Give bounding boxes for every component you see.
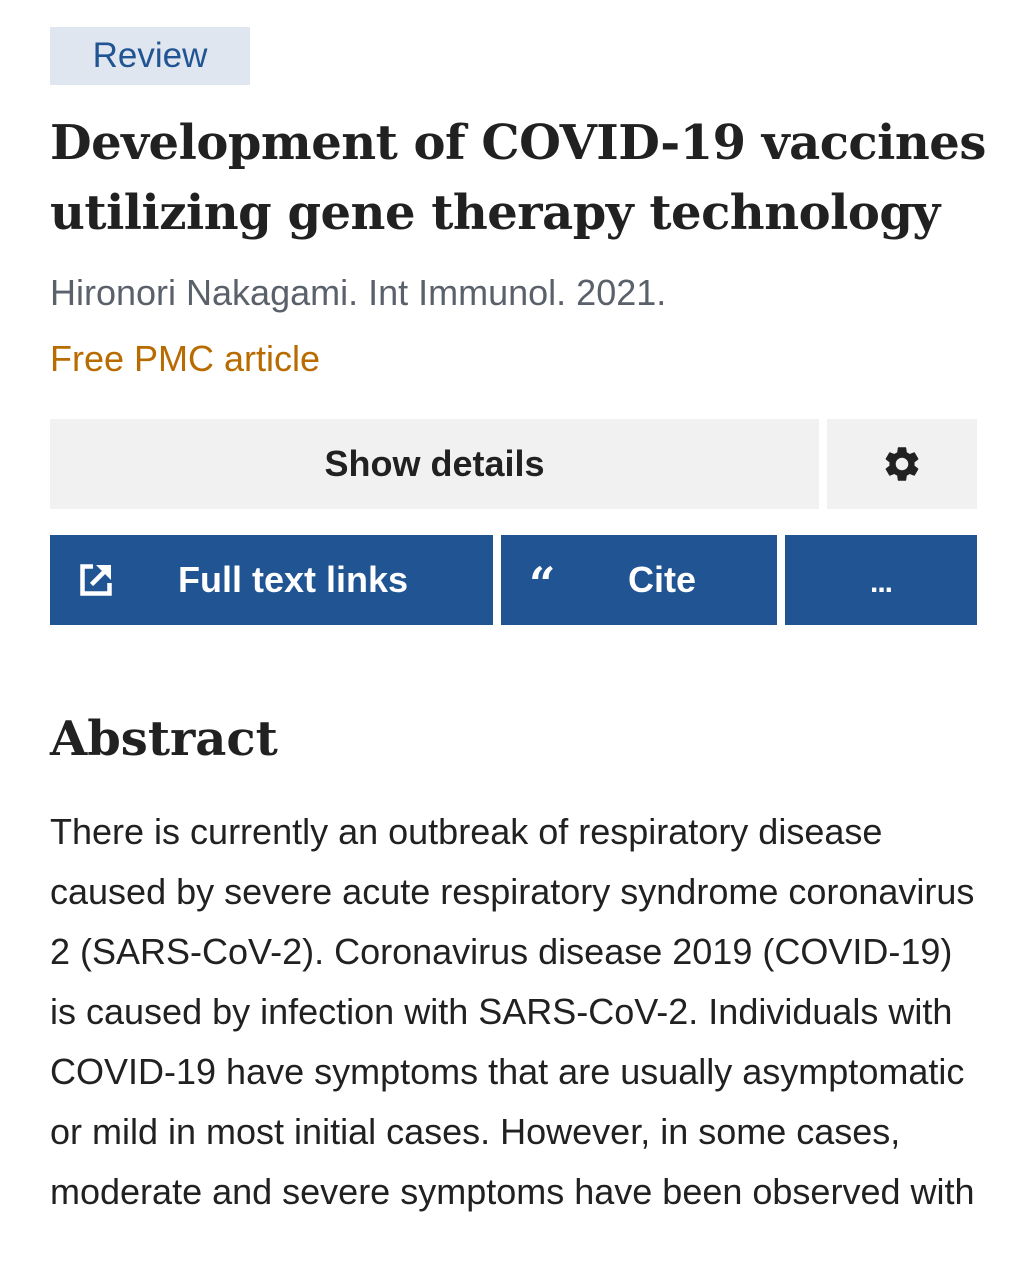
article-title: Development of COVID-19 vaccines utilizi… bbox=[50, 115, 986, 241]
free-pmc-label: Free PMC article bbox=[50, 338, 321, 379]
full-text-links-button[interactable]: Full text links bbox=[50, 535, 493, 625]
article-type-badge: Review bbox=[50, 27, 250, 85]
abstract-heading: Abstract bbox=[50, 711, 278, 767]
quote-icon: “ bbox=[529, 557, 556, 611]
abstract-text: There is currently an outbreak of respir… bbox=[50, 811, 975, 1212]
more-actions-label: ... bbox=[869, 566, 893, 599]
cite-button[interactable]: “ Cite bbox=[501, 535, 777, 625]
external-link-icon bbox=[80, 564, 112, 596]
cite-label: Cite bbox=[628, 559, 697, 600]
show-details-button[interactable]: Show details bbox=[50, 419, 819, 509]
article-citation[interactable]: Hironori Nakagami. Int Immunol. 2021. bbox=[50, 270, 666, 316]
more-actions-button[interactable]: ... bbox=[785, 535, 977, 625]
gear-icon bbox=[885, 447, 919, 481]
display-settings-button[interactable] bbox=[827, 419, 977, 509]
full-text-links-label: Full text links bbox=[178, 559, 409, 600]
